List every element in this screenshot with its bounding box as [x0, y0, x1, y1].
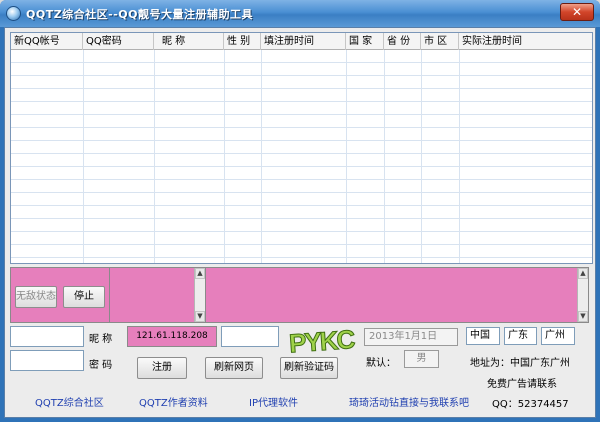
column-header-city[interactable]: 市 区 — [421, 33, 459, 50]
column-divider — [384, 50, 385, 263]
title-bar[interactable]: QQTZ综合社区--QQ靓号大量注册辅助工具 ✕ — [0, 0, 600, 27]
column-header-new-qq[interactable]: 新QQ帐号 — [11, 33, 83, 50]
province-input[interactable]: 广东 — [504, 327, 537, 345]
address-text: 地址为：中国广东广州 — [470, 358, 570, 369]
table-header: 新QQ帐号 QQ密码 昵 称 性 别 填注册时间 国 家 省 份 市 区 实际注… — [11, 33, 592, 50]
register-button[interactable]: 注册 — [137, 357, 187, 379]
column-divider — [346, 50, 347, 263]
scroll-up-icon[interactable]: ▲ — [195, 268, 205, 279]
refresh-page-button[interactable]: 刷新网页 — [205, 357, 263, 379]
account-table[interactable]: 新QQ帐号 QQ密码 昵 称 性 别 填注册时间 国 家 省 份 市 区 实际注… — [10, 32, 593, 264]
password-input[interactable] — [10, 350, 84, 371]
column-header-fill-time[interactable]: 填注册时间 — [261, 33, 346, 50]
column-divider — [421, 50, 422, 263]
captcha-input[interactable] — [221, 326, 279, 347]
city-input[interactable]: 广州 — [541, 327, 575, 345]
app-window: QQTZ综合社区--QQ靓号大量注册辅助工具 ✕ 新QQ帐号 QQ密码 昵 称 … — [0, 0, 600, 422]
column-header-country[interactable]: 国 家 — [346, 33, 384, 50]
log-textarea[interactable]: ▲ ▼ — [205, 267, 589, 323]
column-header-qq-password[interactable]: QQ密码 — [83, 33, 154, 50]
contact-qq-text: QQ：52374457 — [492, 399, 569, 410]
community-link[interactable]: QQTZ综合社区 — [35, 394, 104, 409]
password-label: 密 码 — [89, 360, 113, 371]
scroll-down-icon[interactable]: ▼ — [195, 311, 205, 322]
column-divider — [154, 50, 155, 263]
scroll-up-icon[interactable]: ▲ — [578, 268, 588, 279]
refresh-captcha-button[interactable]: 刷新验证码 — [280, 357, 338, 379]
captcha-display: ▲ ▼ — [109, 267, 206, 323]
column-divider — [459, 50, 460, 263]
default-label: 默认： — [366, 358, 396, 369]
date-picker[interactable]: 2013年1月1日 — [364, 328, 458, 346]
table-rows — [11, 50, 592, 263]
log-panel: 无敌状态 停止 ▲ ▼ ▲ ▼ — [10, 267, 589, 323]
column-divider — [261, 50, 262, 263]
contact-link[interactable]: 琦琦活动钻直接与我联系吧 — [349, 394, 469, 409]
close-icon: ✕ — [571, 5, 583, 19]
scroll-down-icon[interactable]: ▼ — [578, 311, 588, 322]
column-divider — [83, 50, 84, 263]
log-scrollbar[interactable]: ▲ ▼ — [577, 268, 588, 322]
window-title: QQTZ综合社区--QQ靓号大量注册辅助工具 — [26, 8, 254, 21]
captcha-scrollbar[interactable]: ▲ ▼ — [194, 268, 205, 322]
country-input[interactable]: 中国 — [466, 327, 500, 345]
close-button[interactable]: ✕ — [560, 3, 594, 21]
client-area: 新QQ帐号 QQ密码 昵 称 性 别 填注册时间 国 家 省 份 市 区 实际注… — [4, 27, 596, 418]
column-header-nickname[interactable]: 昵 称 — [154, 33, 224, 50]
column-divider — [224, 50, 225, 263]
column-header-province[interactable]: 省 份 — [384, 33, 421, 50]
ip-proxy-link[interactable]: IP代理软件 — [249, 394, 298, 409]
sex-field[interactable]: 男 — [404, 350, 439, 368]
stop-button[interactable]: 停止 — [63, 286, 105, 308]
pykc-logo: PYKC — [288, 323, 357, 359]
invincible-mode-button[interactable]: 无敌状态 — [15, 286, 57, 308]
nickname-label: 昵 称 — [89, 334, 113, 345]
column-header-sex[interactable]: 性 别 — [224, 33, 261, 50]
column-header-real-time[interactable]: 实际注册时间 — [459, 33, 592, 50]
author-info-link[interactable]: QQTZ作者资料 — [139, 394, 208, 409]
ip-address-display: 121.61.118.208 — [127, 326, 217, 347]
app-icon — [6, 6, 21, 21]
logo-text: PYKC — [288, 324, 356, 359]
ad-text: 免费广告请联系 — [487, 379, 557, 390]
nickname-input[interactable] — [10, 326, 84, 347]
